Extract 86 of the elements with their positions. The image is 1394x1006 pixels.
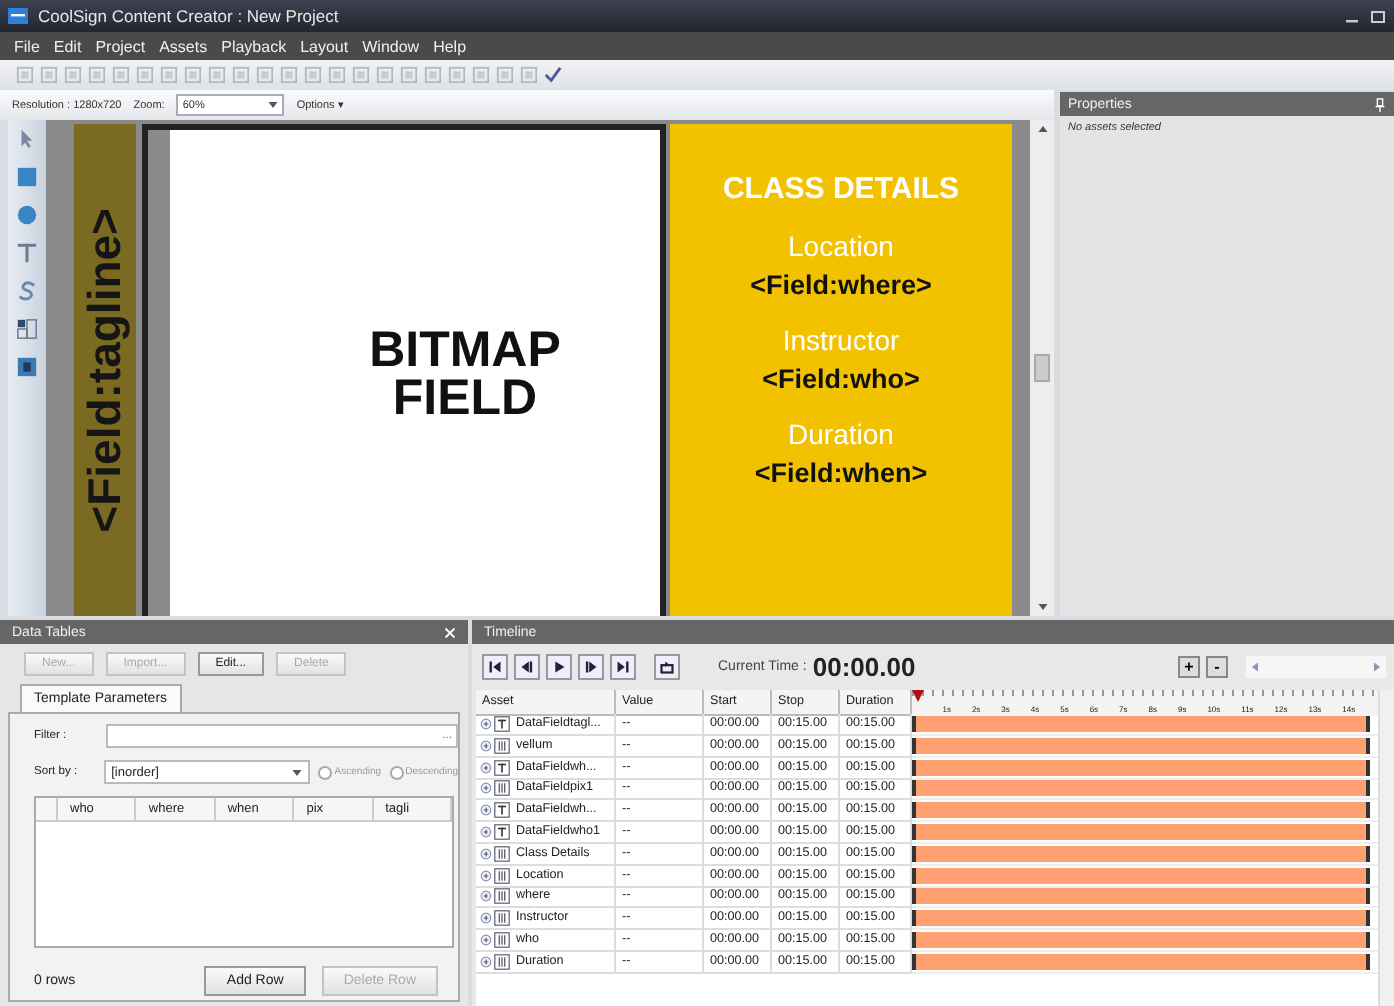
pin-icon[interactable] (1374, 97, 1386, 111)
circle-icon[interactable] (16, 204, 38, 226)
menu-item[interactable]: Assets (159, 37, 208, 55)
section-label: Instructor (782, 324, 900, 356)
timeline-scrollbar[interactable] (1378, 690, 1394, 1006)
expand-icon[interactable] (480, 847, 492, 860)
rectangle-icon[interactable] (16, 166, 38, 188)
expand-icon[interactable] (480, 782, 492, 795)
bitmap-field-label: BITMAP (369, 325, 561, 373)
expand-icon[interactable] (480, 825, 492, 838)
skip-to-end-icon[interactable] (610, 654, 636, 680)
section-field: <Field:where> (750, 270, 932, 300)
timeline-bar[interactable] (912, 953, 1370, 970)
menu-item[interactable]: Edit (53, 37, 82, 55)
horizontal-scrollbar[interactable] (1246, 656, 1386, 678)
section-field: <Field:who> (762, 364, 920, 394)
playhead-icon[interactable] (912, 690, 924, 702)
style-icon[interactable] (16, 280, 38, 302)
dropdown-caret-icon[interactable] (268, 102, 279, 108)
expand-icon[interactable] (480, 718, 492, 730)
close-icon[interactable] (444, 625, 456, 639)
class-details-heading: CLASS DETAILS (722, 172, 960, 206)
tagline-field: <Field:tagline> (78, 207, 132, 533)
play-icon[interactable] (546, 654, 572, 680)
window-title: CoolSign Content Creator : New Project (38, 6, 339, 26)
bitmap-field-label: FIELD (392, 373, 538, 421)
table-asset-icon (494, 780, 510, 797)
table-asset-icon (494, 867, 510, 884)
text-asset-icon (494, 759, 510, 776)
table-asset-icon (494, 845, 510, 862)
timeline-bar[interactable] (912, 823, 1370, 840)
data-field-icon[interactable] (16, 356, 38, 378)
table-asset-icon (494, 888, 510, 905)
expand-icon[interactable] (480, 739, 492, 752)
app-logo-icon (8, 8, 28, 24)
text-asset-icon (494, 802, 510, 819)
expand-icon[interactable] (480, 761, 492, 774)
timeline-bar[interactable] (912, 845, 1370, 862)
timeline-bar[interactable] (912, 759, 1370, 776)
timeline-bar[interactable] (912, 780, 1370, 797)
loop-icon[interactable] (654, 654, 680, 680)
section-label: Duration (788, 418, 894, 450)
maximize-icon[interactable] (1370, 8, 1386, 24)
spellcheck-icon[interactable] (544, 66, 562, 84)
expand-icon[interactable] (480, 890, 492, 903)
scroll-left-icon[interactable] (1252, 662, 1258, 672)
timeline-bar[interactable] (912, 716, 1370, 732)
menu-item[interactable]: Window (362, 37, 420, 55)
menu-item[interactable]: Playback (221, 37, 287, 55)
timeline-bar[interactable] (912, 867, 1370, 884)
grid-icon[interactable] (16, 318, 38, 340)
menu-item[interactable]: File (14, 37, 40, 55)
table-asset-icon (494, 737, 510, 754)
section-field: <Field:when> (754, 458, 928, 488)
expand-icon[interactable] (480, 869, 492, 882)
scroll-down-icon[interactable] (1037, 604, 1047, 610)
scroll-right-icon[interactable] (1374, 662, 1380, 672)
pointer-icon[interactable] (16, 128, 38, 150)
timeline-bar[interactable] (912, 888, 1370, 905)
text-asset-icon (494, 823, 510, 840)
current-time: 00:00.00 (812, 652, 916, 682)
expand-icon[interactable] (480, 933, 492, 946)
skip-to-start-icon[interactable] (482, 654, 508, 680)
timeline-bar[interactable] (912, 802, 1370, 819)
step-back-icon[interactable] (514, 654, 540, 680)
table-asset-icon (494, 931, 510, 948)
table-asset-icon (494, 953, 510, 970)
timeline-bar[interactable] (912, 910, 1370, 927)
scroll-up-icon[interactable] (1037, 126, 1047, 132)
expand-icon[interactable] (480, 912, 492, 925)
menu-item[interactable]: Help (433, 37, 467, 55)
expand-icon[interactable] (480, 804, 492, 817)
scrollbar-thumb[interactable] (1034, 354, 1050, 382)
menu-item[interactable]: Layout (300, 37, 349, 55)
menu-item[interactable]: Project (95, 37, 146, 55)
expand-icon[interactable] (480, 955, 492, 968)
timeline-bar[interactable] (912, 931, 1370, 948)
table-asset-icon (494, 910, 510, 927)
section-label: Location (788, 230, 894, 262)
text-tool-icon[interactable] (16, 242, 38, 264)
dropdown-caret-icon[interactable] (292, 769, 303, 775)
zoom-button[interactable]: - (1206, 656, 1228, 678)
zoom-button[interactable]: + (1178, 656, 1200, 678)
timeline-bar[interactable] (912, 737, 1370, 754)
step-forward-icon[interactable] (578, 654, 604, 680)
vertical-scrollbar[interactable] (1030, 120, 1054, 616)
